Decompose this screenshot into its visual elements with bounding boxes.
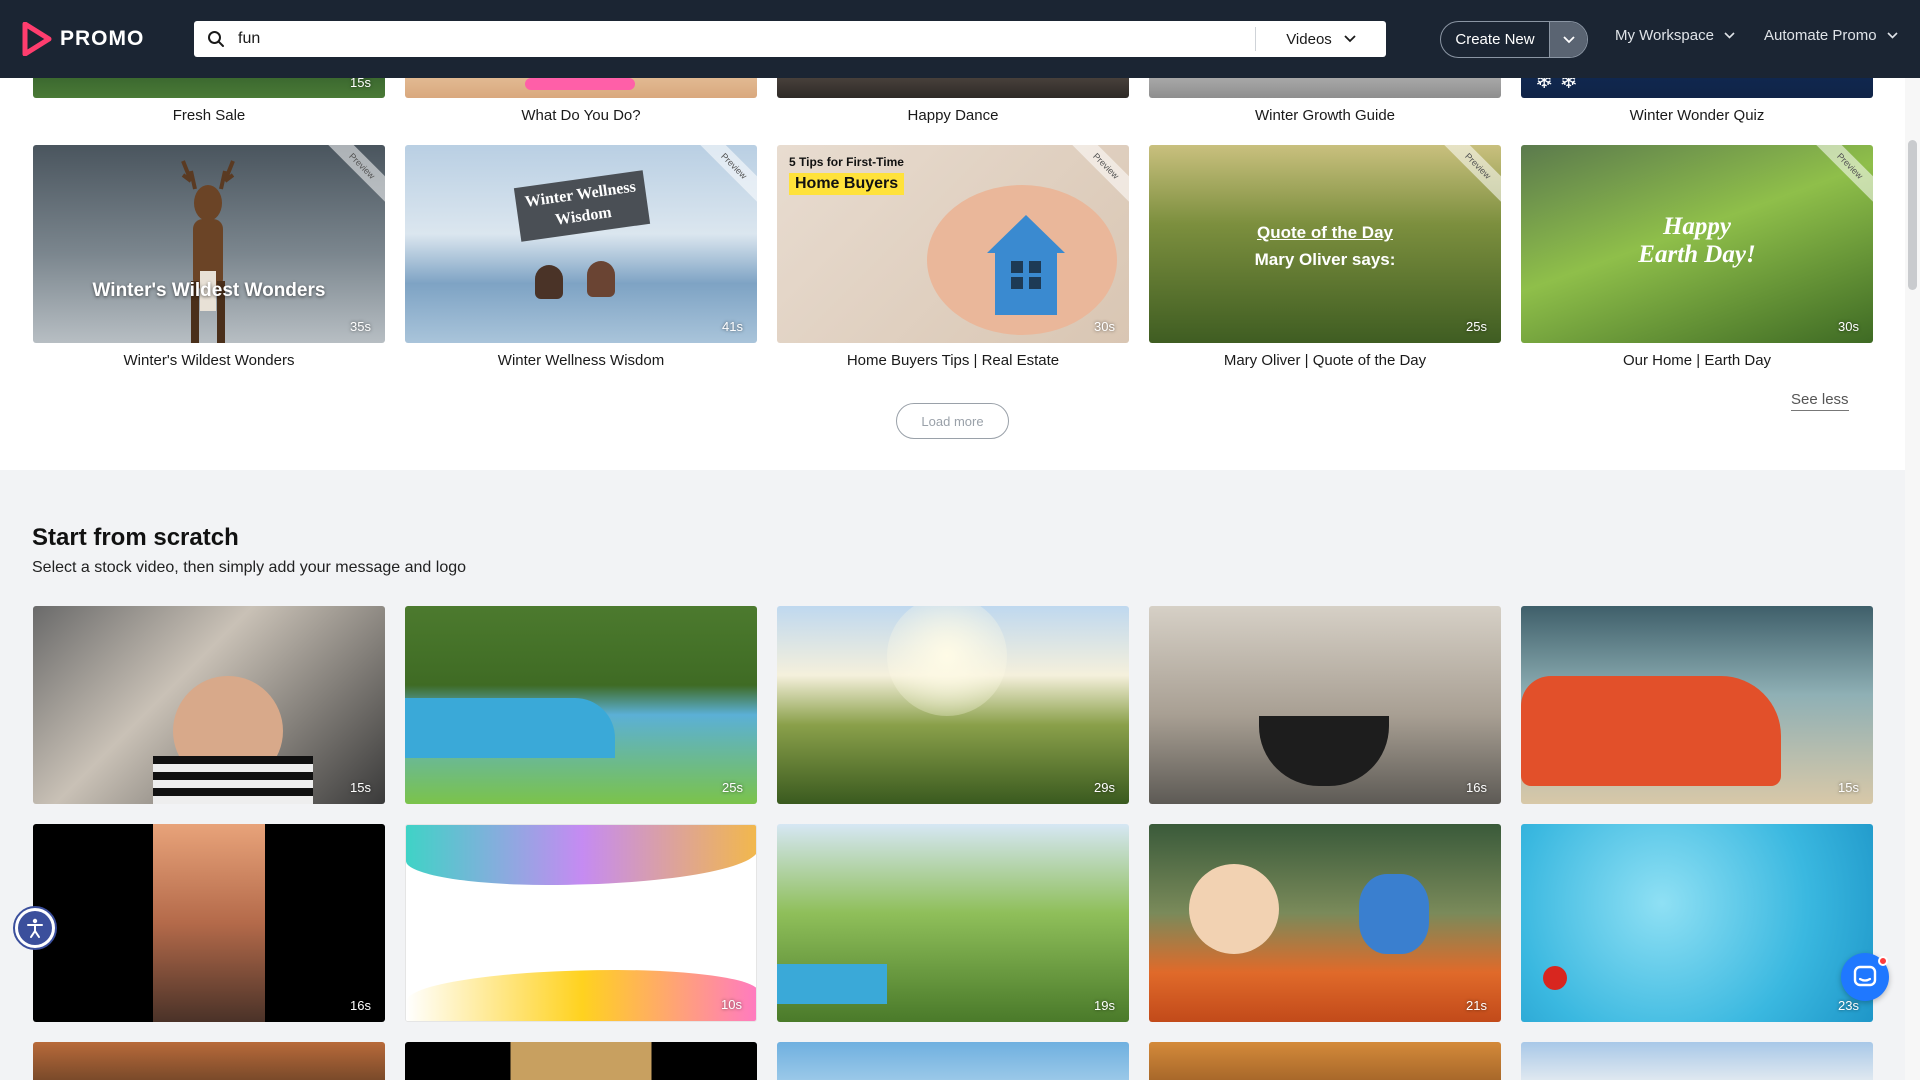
template-overlay-title: Winter Wellness Wisdom xyxy=(513,170,651,242)
accessibility-icon xyxy=(18,911,52,945)
search-type-dropdown[interactable]: Videos xyxy=(1256,21,1386,57)
create-new-button[interactable]: Create New xyxy=(1440,21,1588,58)
people-silhouette xyxy=(535,265,563,299)
preview-ribbon: Preview xyxy=(1811,145,1873,205)
deer-illustration xyxy=(181,160,235,343)
duration-label: 35s xyxy=(350,319,371,334)
stock-video-thumb[interactable]: 21s xyxy=(1149,824,1501,1022)
page-scrollbar-thumb[interactable] xyxy=(1908,140,1917,290)
template-caption[interactable]: Winter Wonder Quiz xyxy=(1521,107,1873,124)
promo-logo-icon xyxy=(22,22,52,56)
people-silhouette xyxy=(587,261,615,297)
search-bar: Videos xyxy=(194,21,1386,57)
template-overlay-title: Home Buyers xyxy=(789,173,905,195)
template-caption[interactable]: Our Home | Earth Day xyxy=(1521,352,1873,369)
chat-notification-dot xyxy=(1878,956,1888,966)
template-overlay-title: Winter's Wildest Wonders xyxy=(92,280,326,301)
template-caption[interactable]: Mary Oliver | Quote of the Day xyxy=(1149,352,1501,369)
stock-video-thumb[interactable]: 16s xyxy=(33,824,385,1022)
template-thumb-winter-wellness-wisdom[interactable]: Winter Wellness Wisdom Preview 41s xyxy=(405,145,757,343)
preview-ribbon: Preview xyxy=(1439,145,1501,205)
automate-promo-menu[interactable]: Automate Promo xyxy=(1764,27,1898,44)
stock-video-thumb[interactable]: 10s xyxy=(405,824,757,1022)
my-workspace-menu[interactable]: My Workspace xyxy=(1615,27,1735,44)
template-caption[interactable]: Fresh Sale xyxy=(33,107,385,124)
template-thumb-winters-wildest-wonders[interactable]: Winter's Wildest Wonders Preview 35s xyxy=(33,145,385,343)
template-caption[interactable]: Winter Growth Guide xyxy=(1149,107,1501,124)
template-caption[interactable]: Happy Dance xyxy=(777,107,1129,124)
template-overlay-title: Happy xyxy=(1662,213,1732,240)
duration-label: 41s xyxy=(722,319,743,334)
chevron-down-icon xyxy=(1344,35,1356,43)
duration-label: 16s xyxy=(350,998,371,1013)
automate-promo-label: Automate Promo xyxy=(1764,27,1877,44)
template-thumb-home-buyers-tips[interactable]: 5 Tips for First-Time Home Buyers Previe… xyxy=(777,145,1129,343)
stock-video-thumb[interactable]: 15s xyxy=(33,606,385,804)
duration-label: 15s xyxy=(350,780,371,795)
search-input[interactable] xyxy=(238,21,1255,57)
template-thumb-mary-oliver-quote[interactable]: Quote of the Day Mary Oliver says: Previ… xyxy=(1149,145,1501,343)
template-overlay-subtitle: Mary Oliver says: xyxy=(1254,250,1396,269)
template-thumb-earth-day[interactable]: Happy Earth Day! Preview 30s xyxy=(1521,145,1873,343)
house-icon xyxy=(987,215,1065,315)
duration-label: 30s xyxy=(1094,319,1115,334)
chevron-down-icon xyxy=(1562,35,1575,43)
stock-video-thumb[interactable] xyxy=(405,1042,757,1080)
stock-video-thumb[interactable] xyxy=(33,1042,385,1080)
duration-label: 10s xyxy=(721,997,742,1012)
section-subtitle: Select a stock video, then simply add yo… xyxy=(32,559,467,576)
template-caption[interactable]: Winter's Wildest Wonders xyxy=(33,352,385,369)
template-caption[interactable]: Winter Wellness Wisdom xyxy=(405,352,757,369)
brand-name: PROMO xyxy=(60,27,145,50)
stock-video-thumb[interactable] xyxy=(1521,1042,1873,1080)
stock-video-thumb[interactable] xyxy=(1149,1042,1501,1080)
load-more-button[interactable]: Load more xyxy=(896,403,1009,439)
section-title: Start from scratch xyxy=(32,524,239,551)
template-overlay-subtitle: Earth Day! xyxy=(1638,241,1756,268)
template-caption[interactable]: Home Buyers Tips | Real Estate xyxy=(777,352,1129,369)
create-new-label[interactable]: Create New xyxy=(1441,22,1549,57)
top-navigation: PROMO Videos Create New My Workspace Aut… xyxy=(0,0,1920,78)
template-overlay-subtitle: 5 Tips for First-Time xyxy=(789,155,904,169)
stock-video-thumb[interactable]: 29s xyxy=(777,606,1129,804)
duration-label: 30s xyxy=(1838,319,1859,334)
duration-label: 21s xyxy=(1466,998,1487,1013)
brand-logo[interactable]: PROMO xyxy=(22,22,144,56)
preview-ribbon: Preview xyxy=(695,145,757,205)
chat-icon xyxy=(1853,965,1877,987)
stock-video-thumb[interactable]: 16s xyxy=(1149,606,1501,804)
duration-label: 16s xyxy=(1466,780,1487,795)
preview-ribbon: Preview xyxy=(323,145,385,205)
template-overlay-title: Quote of the Day xyxy=(1256,223,1393,242)
duration-label: 15s xyxy=(1838,780,1859,795)
search-icon[interactable] xyxy=(194,21,238,57)
create-new-dropdown[interactable] xyxy=(1549,22,1587,57)
accessibility-button[interactable] xyxy=(13,906,57,950)
preview-ribbon: Preview xyxy=(1067,145,1129,205)
my-workspace-label: My Workspace xyxy=(1615,27,1714,44)
duration-label: 23s xyxy=(1838,998,1859,1013)
stock-video-thumb[interactable]: 23s xyxy=(1521,824,1873,1022)
stock-video-thumb[interactable]: 19s xyxy=(777,824,1129,1022)
stock-video-thumb[interactable] xyxy=(777,1042,1129,1080)
duration-label: 19s xyxy=(1094,998,1115,1013)
template-caption[interactable]: What Do You Do? xyxy=(405,107,757,124)
see-less-link[interactable]: See less xyxy=(1791,391,1849,411)
stock-video-thumb[interactable]: 15s xyxy=(1521,606,1873,804)
duration-label: 25s xyxy=(1466,319,1487,334)
duration-label: 29s xyxy=(1094,780,1115,795)
chevron-down-icon xyxy=(1724,32,1735,39)
chevron-down-icon xyxy=(1886,32,1898,39)
search-type-label: Videos xyxy=(1286,30,1332,48)
duration-label: 25s xyxy=(722,780,743,795)
stock-video-thumb[interactable]: 25s xyxy=(405,606,757,804)
